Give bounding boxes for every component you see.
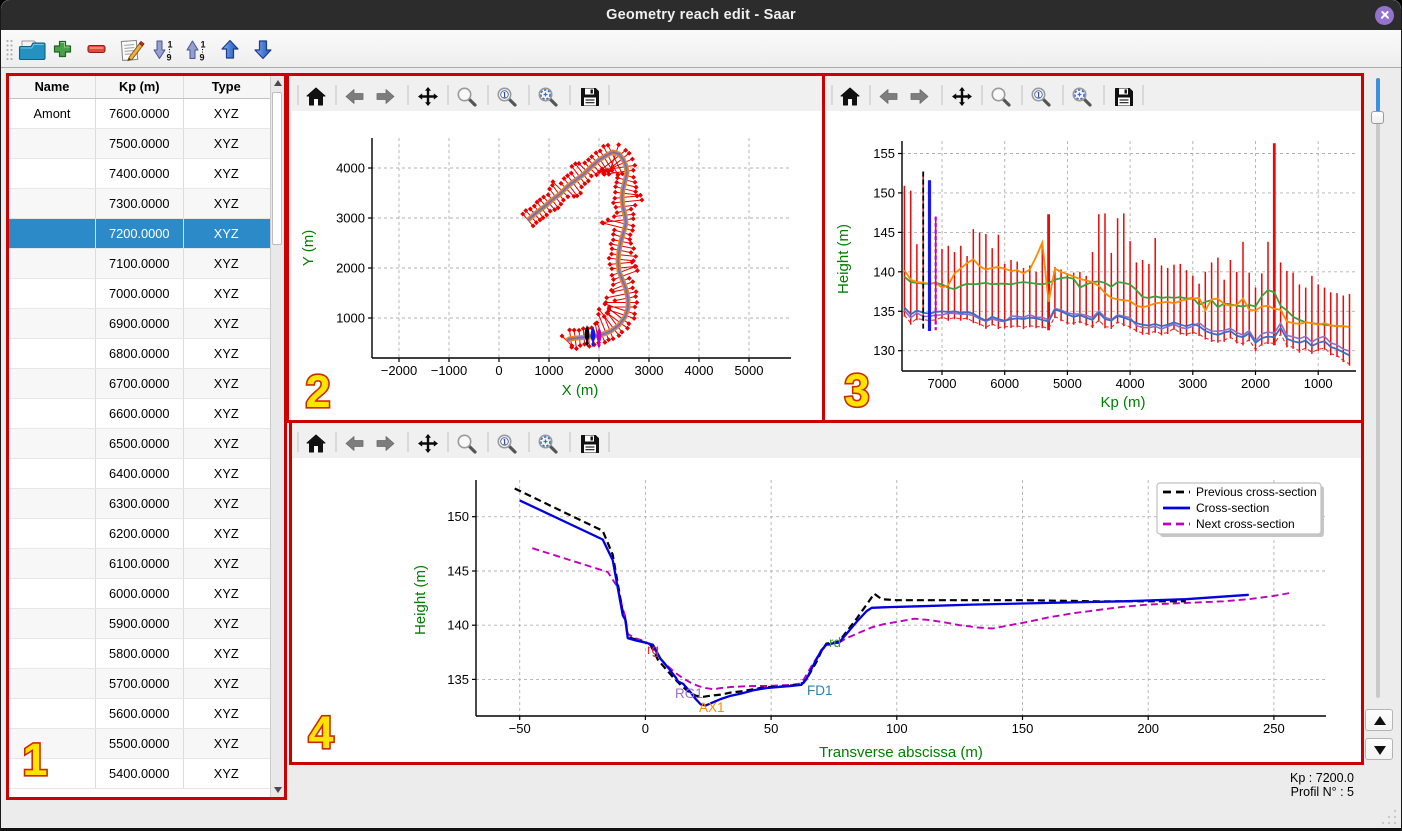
svg-text:1000: 1000 <box>336 311 365 326</box>
svg-text:1000: 1000 <box>1304 376 1333 391</box>
svg-text:50: 50 <box>764 721 778 736</box>
svg-text:250: 250 <box>1263 721 1285 736</box>
svg-text:1: 1 <box>503 437 507 446</box>
svg-text:135: 135 <box>447 672 469 687</box>
svg-text:−2000: −2000 <box>381 363 418 378</box>
svg-text:4: 4 <box>308 708 333 756</box>
svg-text:4000: 4000 <box>1116 376 1145 391</box>
svg-text:2000: 2000 <box>1241 376 1270 391</box>
svg-text:−50: −50 <box>509 721 531 736</box>
svg-text:Next cross-section: Next cross-section <box>1196 517 1295 531</box>
svg-text:100: 100 <box>886 721 908 736</box>
svg-text:Height (m): Height (m) <box>412 565 429 635</box>
svg-text:4000: 4000 <box>685 363 714 378</box>
svg-text:3000: 3000 <box>336 211 365 226</box>
svg-text:5000: 5000 <box>735 363 764 378</box>
svg-text:130: 130 <box>873 343 895 358</box>
svg-text:135: 135 <box>873 304 895 319</box>
svg-text:rd: rd <box>829 635 841 650</box>
svg-text:7000: 7000 <box>928 376 957 391</box>
svg-text:1: 1 <box>22 735 47 783</box>
svg-text:200: 200 <box>1137 721 1159 736</box>
svg-text:6000: 6000 <box>990 376 1019 391</box>
svg-text:1: 1 <box>168 40 173 50</box>
svg-text:X (m): X (m) <box>562 382 599 399</box>
svg-text:Previous cross-section: Previous cross-section <box>1196 485 1317 499</box>
svg-text:140: 140 <box>873 264 895 279</box>
svg-text:Transverse abscissa (m): Transverse abscissa (m) <box>819 744 983 761</box>
svg-text:1: 1 <box>503 90 507 99</box>
svg-text:9: 9 <box>200 53 205 63</box>
svg-text:2000: 2000 <box>585 363 614 378</box>
svg-text:Cross-section: Cross-section <box>1196 501 1269 515</box>
svg-text:1000: 1000 <box>535 363 564 378</box>
svg-text:4000: 4000 <box>336 161 365 176</box>
svg-text:3000: 3000 <box>1178 376 1207 391</box>
svg-text:3000: 3000 <box>635 363 664 378</box>
svg-text:145: 145 <box>873 225 895 240</box>
svg-text:−1000: −1000 <box>431 363 468 378</box>
svg-text:150: 150 <box>873 185 895 200</box>
svg-text:2: 2 <box>305 367 330 415</box>
svg-text:155: 155 <box>873 146 895 161</box>
svg-text:Y (m): Y (m) <box>300 230 317 266</box>
svg-text:AX1: AX1 <box>699 700 725 715</box>
svg-text:5000: 5000 <box>1053 376 1082 391</box>
svg-text:FD1: FD1 <box>807 683 833 698</box>
svg-text:Kp (m): Kp (m) <box>1101 394 1146 411</box>
svg-text:0: 0 <box>495 363 502 378</box>
svg-text:0: 0 <box>642 721 649 736</box>
svg-text:Height (m): Height (m) <box>835 224 852 294</box>
svg-text:1: 1 <box>201 40 206 50</box>
svg-text:3: 3 <box>844 366 869 414</box>
svg-text:150: 150 <box>1012 721 1034 736</box>
svg-text:RG1: RG1 <box>675 686 703 701</box>
svg-text:2000: 2000 <box>336 261 365 276</box>
svg-text:140: 140 <box>447 618 469 633</box>
svg-text:145: 145 <box>447 564 469 579</box>
svg-text:1: 1 <box>1037 90 1041 99</box>
svg-text:150: 150 <box>447 509 469 524</box>
svg-text:9: 9 <box>167 53 172 63</box>
svg-text:rg: rg <box>647 642 659 657</box>
